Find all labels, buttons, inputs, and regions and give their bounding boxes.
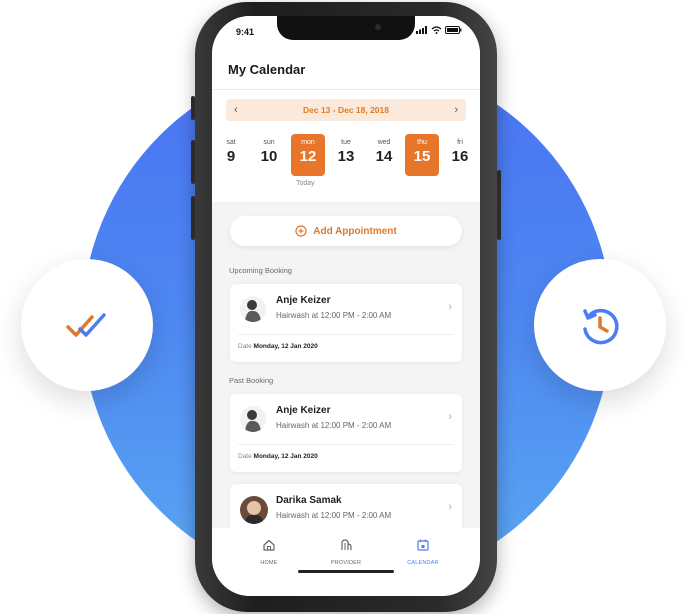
booking-date: Date Monday, 12 Jan 2020: [238, 453, 318, 460]
day-name: fri: [457, 139, 463, 146]
date-range-label: Dec 13 - Dec 18, 2018: [302, 105, 389, 115]
date-label: Date: [238, 343, 252, 350]
tab-home[interactable]: HOME: [234, 538, 304, 566]
stage: 9:41 My Calendar ‹ Dec 13 - Dec 18, 2018…: [0, 0, 687, 614]
avatar: [240, 496, 268, 524]
power-button: [497, 170, 501, 240]
notch: [277, 16, 415, 40]
history-button[interactable]: [534, 259, 666, 391]
signal-icon: [416, 26, 427, 34]
avatar: [240, 406, 266, 432]
booking-card[interactable]: Anje Keizer Hairwash at 12:00 PM - 2:00 …: [230, 284, 462, 362]
provider-name: Anje Keizer: [276, 405, 331, 416]
chevron-right-icon: ›: [448, 501, 452, 513]
day-number: 10: [260, 148, 278, 165]
history-clock-icon: [583, 308, 619, 345]
next-week-button[interactable]: ›: [454, 104, 458, 116]
avatar: [240, 296, 266, 322]
home-icon: [263, 539, 275, 551]
status-time: 9:41: [236, 27, 255, 37]
provider-icon: [341, 539, 352, 550]
day-name: sun: [263, 139, 275, 146]
day-item[interactable]: fri 16: [443, 134, 477, 176]
day-number: 14: [375, 148, 393, 165]
volume-up-button: [191, 140, 195, 184]
tab-label: CALENDAR: [407, 560, 439, 566]
page-title: My Calendar: [228, 62, 306, 77]
day-name: wed: [377, 139, 391, 146]
booking-card[interactable]: Anje Keizer Hairwash at 12:00 PM - 2:00 …: [230, 394, 462, 472]
day-item[interactable]: sun 10: [252, 134, 286, 176]
service-time: Hairwash at 12:00 PM - 2:00 AM: [276, 511, 392, 520]
provider-name: Anje Keizer: [276, 295, 331, 306]
wifi-icon: [431, 26, 442, 34]
chevron-right-icon: ›: [448, 301, 452, 313]
provider-name: Darika Samak: [276, 495, 342, 506]
date-range-bar: ‹ Dec 13 - Dec 18, 2018 ›: [226, 99, 466, 121]
card-divider: [238, 334, 454, 335]
day-number: 12: [299, 148, 317, 165]
double-check-button[interactable]: [21, 259, 153, 391]
tab-label: HOME: [260, 560, 278, 566]
date-label: Date: [238, 453, 252, 460]
day-number: 9: [226, 148, 236, 165]
day-name: sat: [226, 139, 236, 146]
tab-provider[interactable]: PROVIDER: [311, 538, 381, 566]
day-name: tue: [341, 139, 351, 146]
today-label: Today: [296, 180, 315, 187]
day-strip: sat 9 sun 10 mon 12 tue 13 wed 14 thu 15 fri 16: [212, 134, 480, 178]
add-appointment-button[interactable]: Add Appointment: [230, 216, 462, 246]
prev-week-button[interactable]: ‹: [234, 104, 238, 116]
day-number: 13: [337, 148, 355, 165]
past-section-title: Past Booking: [229, 376, 274, 385]
chevron-right-icon: ›: [448, 411, 452, 423]
double-check-icon: [66, 313, 106, 337]
date-value: Monday, 12 Jan 2020: [253, 453, 318, 460]
phone-screen: 9:41 My Calendar ‹ Dec 13 - Dec 18, 2018…: [212, 16, 480, 596]
day-name: thu: [417, 139, 427, 146]
home-indicator: [298, 570, 394, 573]
battery-icon: [445, 26, 462, 34]
tab-calendar[interactable]: CALENDAR: [388, 538, 458, 566]
date-value: Monday, 12 Jan 2020: [253, 343, 318, 350]
volume-down-button: [191, 196, 195, 240]
service-time: Hairwash at 12:00 PM - 2:00 AM: [276, 311, 392, 320]
day-item-selected[interactable]: thu 15: [405, 134, 439, 176]
status-icons: [416, 26, 462, 34]
tab-label: PROVIDER: [330, 560, 362, 566]
service-time: Hairwash at 12:00 PM - 2:00 AM: [276, 421, 392, 430]
mute-switch: [191, 96, 195, 120]
calendar-icon: [417, 539, 429, 551]
day-name: mon: [301, 139, 315, 146]
bottom-tab-bar: HOME PROVIDER CALENDAR: [212, 528, 480, 596]
booking-date: Date Monday, 12 Jan 2020: [238, 343, 318, 350]
add-appointment-label: Add Appointment: [313, 225, 397, 237]
day-item[interactable]: wed 14: [367, 134, 401, 176]
day-item[interactable]: sat 9: [214, 134, 248, 176]
day-item-selected[interactable]: mon 12: [291, 134, 325, 176]
header-divider: [212, 89, 480, 90]
plus-circle-icon: [295, 225, 307, 237]
upcoming-section-title: Upcoming Booking: [229, 266, 292, 275]
card-divider: [238, 444, 454, 445]
day-item[interactable]: tue 13: [329, 134, 363, 176]
day-number: 16: [451, 148, 469, 165]
day-number: 15: [413, 148, 431, 165]
